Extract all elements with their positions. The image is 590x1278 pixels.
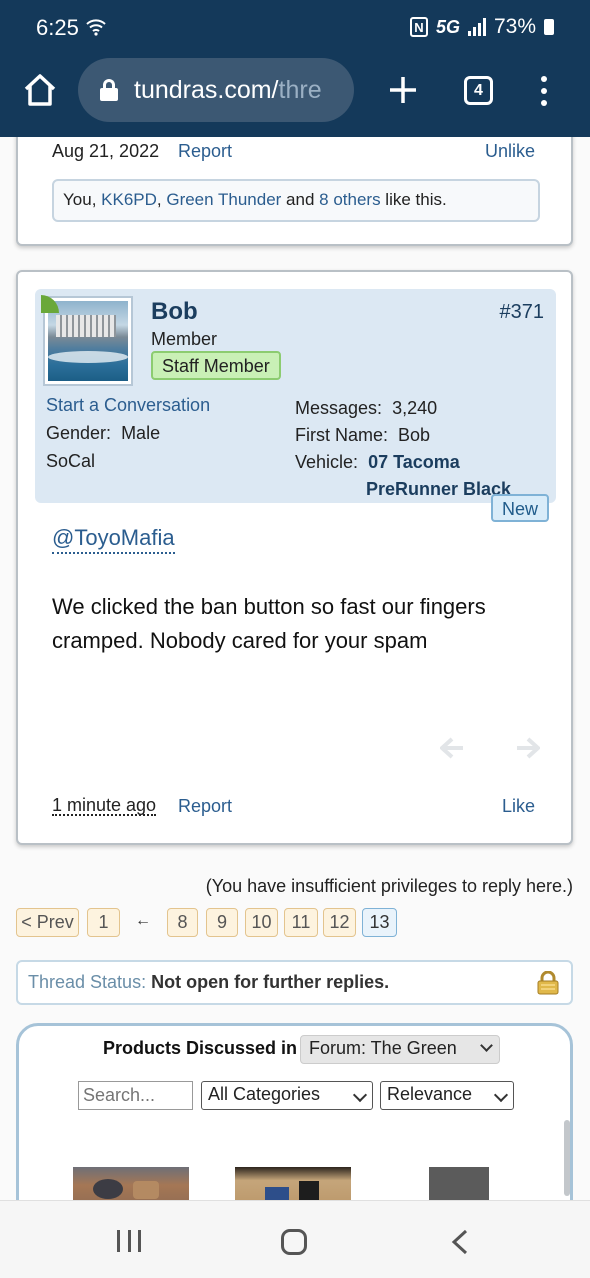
recent-apps-icon[interactable]: [117, 1230, 141, 1252]
forum-dropdown[interactable]: Forum: The Green: [300, 1035, 500, 1064]
browser-header: 6:25 N 5G 73% tundras.com/thre 4: [0, 0, 590, 137]
gender-field: Gender: Male: [46, 423, 161, 443]
chevron-down-icon: [493, 1087, 509, 1103]
page-link[interactable]: 10: [245, 908, 278, 937]
page-link[interactable]: 11: [284, 908, 318, 937]
vehicle-value-line2: PreRunner Black: [366, 479, 512, 499]
pagination-ellipsis[interactable]: ←: [135, 912, 151, 930]
post-time[interactable]: 1 minute ago: [52, 796, 157, 816]
first-name-stat: First Name: Bob: [295, 425, 431, 445]
others-link[interactable]: 8 others: [319, 190, 380, 209]
system-nav-bar: [0, 1200, 590, 1278]
messages-stat: Messages: 3,240: [295, 398, 438, 418]
vehicle-stat: Vehicle: 07 Tacoma: [295, 452, 460, 472]
page-content: Aug 21, 2022 Report Unlike You, KK6PD, G…: [0, 137, 590, 1200]
page-link[interactable]: 1: [87, 908, 120, 937]
home-icon[interactable]: [22, 72, 58, 108]
page-link[interactable]: 12: [323, 908, 356, 937]
url-text: tundras.com/thre: [134, 75, 322, 104]
post-message: We clicked the ban button so fast our fi…: [52, 594, 486, 653]
status-time: 6:25: [36, 15, 79, 40]
user-info-panel: Bob Member Staff Member #371 Start a Con…: [35, 289, 556, 503]
products-heading: Products Discussed in: [103, 1038, 298, 1058]
battery-percent: 73%: [493, 15, 536, 38]
lock-icon: [100, 79, 118, 101]
products-search-input[interactable]: [78, 1081, 193, 1110]
report-link[interactable]: Report: [178, 141, 232, 162]
scrollbar[interactable]: [564, 1120, 570, 1196]
post-date: Aug 21, 2022: [52, 141, 160, 161]
username-link[interactable]: Bob: [151, 298, 198, 326]
status-indicators: N 5G 73%: [409, 15, 554, 39]
staff-badge: Staff Member: [151, 351, 281, 380]
arrow-right-icon[interactable]: [516, 737, 540, 759]
chevron-down-icon: [479, 1039, 493, 1052]
new-tab-icon[interactable]: [388, 75, 418, 105]
page-link[interactable]: 8: [167, 908, 198, 937]
mention-link[interactable]: @ToyoMafia: [52, 525, 175, 554]
prev-page-button[interactable]: < Prev: [16, 908, 79, 937]
category-select[interactable]: All Categories: [201, 1081, 373, 1110]
liker-link[interactable]: Green Thunder: [166, 190, 281, 209]
arrow-left-icon[interactable]: [440, 737, 464, 759]
likes-summary: You, KK6PD, Green Thunder and 8 others l…: [52, 179, 540, 222]
post-number-link[interactable]: #371: [500, 301, 545, 324]
status-bar: 6:25 N 5G 73%: [0, 0, 590, 56]
lock-icon: [537, 971, 559, 995]
page-link[interactable]: 9: [206, 908, 238, 937]
user-title: Member: [151, 329, 218, 349]
like-button[interactable]: Like: [502, 796, 535, 817]
nfc-icon: N: [409, 17, 428, 37]
report-link[interactable]: Report: [178, 796, 232, 817]
start-conversation-link[interactable]: Start a Conversation: [46, 395, 210, 416]
product-thumbnail[interactable]: [235, 1167, 351, 1200]
back-icon[interactable]: [450, 1229, 470, 1255]
current-page: 13: [362, 908, 397, 937]
forum-post: Bob Member Staff Member #371 Start a Con…: [16, 270, 573, 845]
home-button-icon[interactable]: [281, 1229, 307, 1255]
product-thumbnail[interactable]: [73, 1167, 189, 1200]
tab-switcher-button[interactable]: 4: [464, 76, 493, 105]
address-bar[interactable]: tundras.com/thre: [78, 58, 354, 122]
previous-post: Aug 21, 2022 Report Unlike You, KK6PD, G…: [16, 137, 573, 246]
wifi-icon: [86, 19, 106, 36]
thread-status: Thread Status: Not open for further repl…: [16, 960, 573, 1005]
product-thumbnail[interactable]: [409, 1167, 504, 1200]
location-field: SoCal: [46, 451, 96, 471]
browser-menu-icon[interactable]: [538, 76, 550, 106]
unlike-button[interactable]: Unlike: [485, 141, 535, 162]
products-panel: Products Discussed in Forum: The Green A…: [16, 1023, 573, 1200]
signal-icon: [467, 18, 486, 36]
liker-link[interactable]: KK6PD: [101, 190, 157, 209]
battery-icon: [544, 19, 554, 35]
network-type: 5G: [435, 16, 460, 37]
chevron-down-icon: [352, 1087, 368, 1103]
new-badge: New: [491, 494, 550, 522]
privileges-note: (You have insufficient privileges to rep…: [205, 876, 573, 896]
sort-select[interactable]: Relevance: [380, 1081, 514, 1110]
